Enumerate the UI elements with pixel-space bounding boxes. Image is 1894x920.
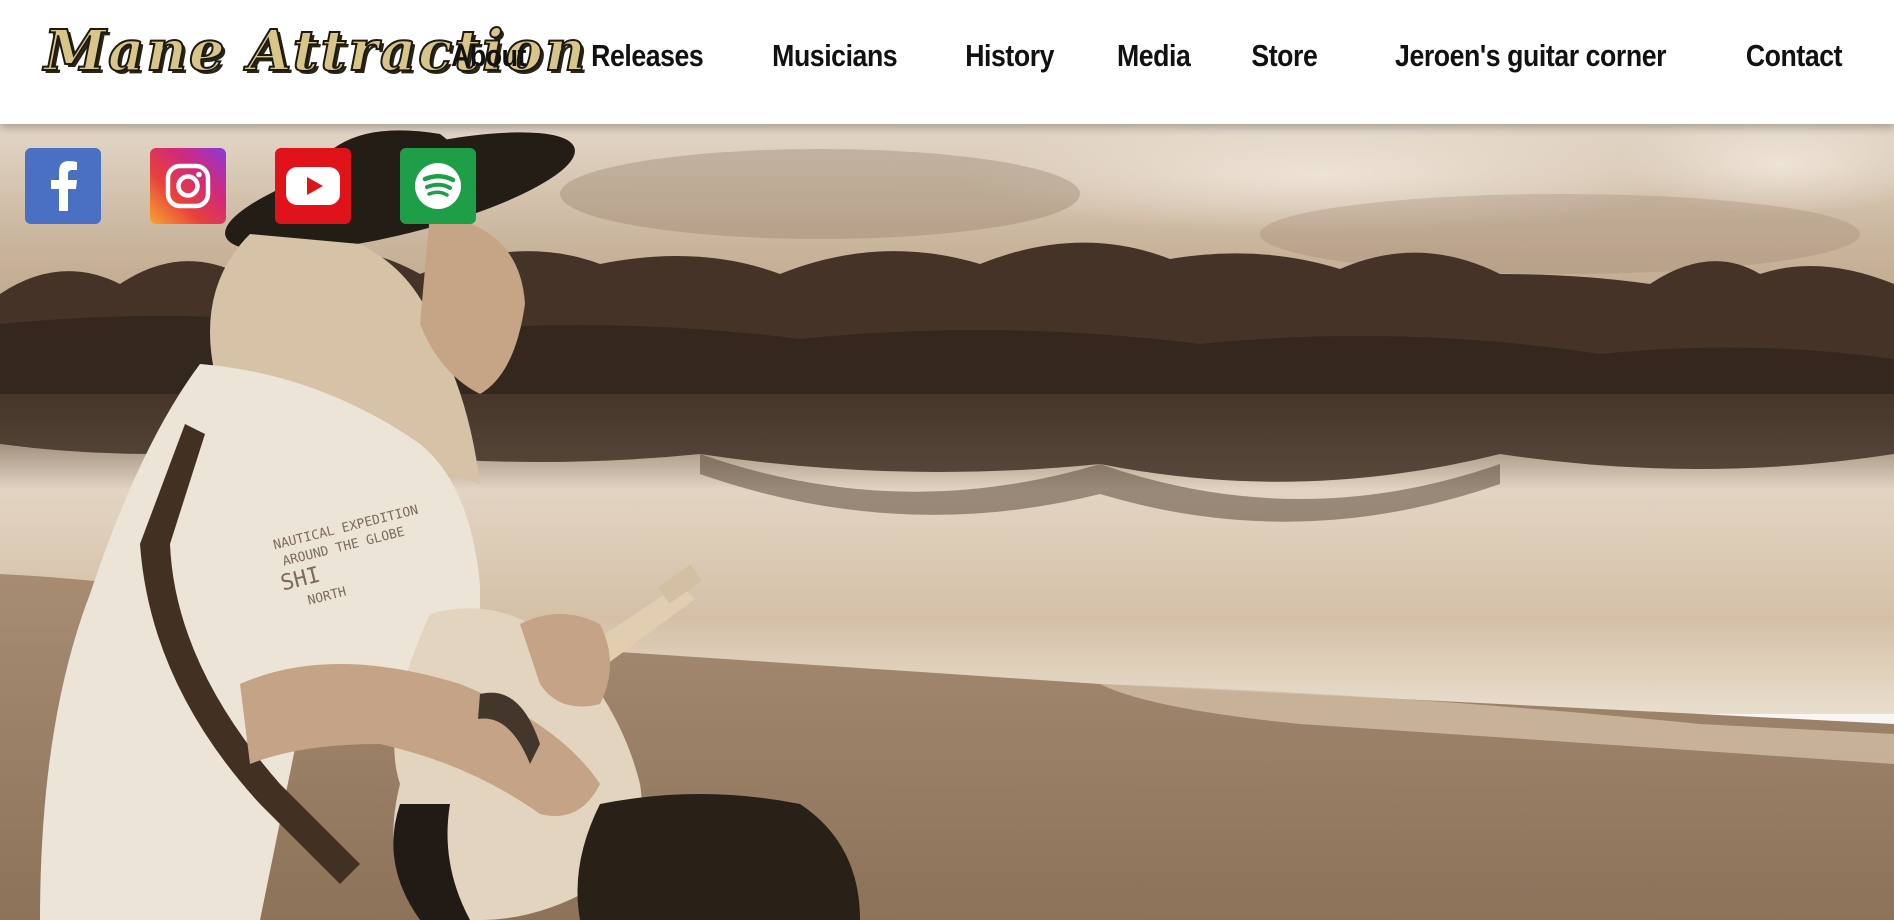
nav-releases[interactable]: Releases xyxy=(591,38,704,74)
nav-guitar-corner[interactable]: Jeroen's guitar corner xyxy=(1395,38,1666,74)
nav-history[interactable]: History xyxy=(965,38,1054,74)
site-header: Mane Attraction About Releases Musicians… xyxy=(0,0,1894,124)
instagram-icon xyxy=(165,163,211,209)
instagram-button[interactable] xyxy=(150,148,226,224)
nav-store[interactable]: Store xyxy=(1252,38,1318,74)
nav-about[interactable]: About xyxy=(451,38,526,74)
nav-musicians[interactable]: Musicians xyxy=(772,38,897,74)
social-links xyxy=(25,148,476,224)
facebook-button[interactable] xyxy=(25,148,101,224)
main-nav: About Releases Musicians History Media S… xyxy=(445,38,1850,74)
spotify-button[interactable] xyxy=(400,148,476,224)
spotify-icon xyxy=(415,163,461,209)
hero-image: NAUTICAL EXPEDITION AROUND THE GLOBE SHI… xyxy=(0,124,1894,920)
nav-media[interactable]: Media xyxy=(1117,38,1191,74)
facebook-icon xyxy=(51,161,77,211)
youtube-button[interactable] xyxy=(275,148,351,224)
hero-photo: NAUTICAL EXPEDITION AROUND THE GLOBE SHI… xyxy=(0,124,1894,920)
youtube-icon xyxy=(286,167,340,205)
nav-contact[interactable]: Contact xyxy=(1746,38,1843,74)
